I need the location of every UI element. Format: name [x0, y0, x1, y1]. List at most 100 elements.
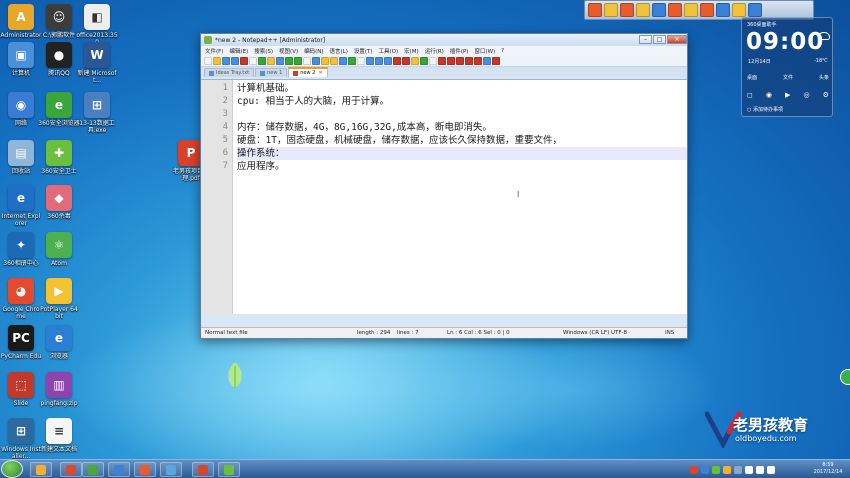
toolbar-button-icon[interactable]	[456, 57, 464, 65]
menu-item[interactable]: 工具(O)	[379, 47, 399, 55]
menu-item[interactable]: 插件(P)	[450, 47, 469, 55]
toolbar-button-icon[interactable]	[357, 57, 365, 65]
tab-close-icon[interactable]: ✕	[318, 69, 322, 77]
widget-shortcut-files[interactable]: 文件	[783, 74, 793, 81]
toolbar-button-icon[interactable]	[258, 57, 266, 65]
tray-icon[interactable]	[756, 465, 764, 474]
taskbar-app-button[interactable]	[134, 462, 156, 477]
desktop-icon[interactable]: ⊞ Windows Installer...	[0, 418, 42, 460]
menu-item[interactable]: 运行(R)	[425, 47, 444, 55]
toolbar-button-icon[interactable]	[474, 57, 482, 65]
maximize-button[interactable]: □	[653, 35, 666, 44]
text-editor[interactable]: 1 2 3 4 5 6 7 计算机基础。 cpu: 相当于人的大脑，用于计算。 内存：储存数据，…	[201, 79, 687, 314]
toolbar-button-icon[interactable]	[330, 57, 338, 65]
widget-shortcut-desktop[interactable]: 桌面	[747, 74, 757, 81]
desktop-icon[interactable]: ≡ 新建文本文档	[38, 418, 80, 453]
desktop-icon[interactable]: ☺ C:\郭鹏软件	[38, 4, 80, 39]
desktop-icon[interactable]: ▤ 回收站	[0, 140, 42, 175]
toolbar-button-icon[interactable]	[339, 57, 347, 65]
menu-item[interactable]: 搜索(S)	[254, 47, 273, 55]
desktop-icon[interactable]: ▶ PotPlayer 64 bit	[38, 278, 80, 320]
desktop-icon[interactable]: PC PyCharm Edu	[0, 325, 42, 360]
minimize-button[interactable]: –	[639, 35, 652, 44]
taskbar-app-button[interactable]	[30, 462, 52, 477]
toolbar-button-icon[interactable]	[411, 57, 419, 65]
desktop-icon[interactable]: ⬚ Slide	[0, 372, 42, 407]
toolbar-button-icon[interactable]	[384, 57, 392, 65]
desktop-icon[interactable]: W 新建 Microsoft...	[76, 42, 118, 84]
menu-item[interactable]: ?	[501, 48, 504, 54]
desktop-icon[interactable]: ▥ pingfang.zip	[38, 372, 80, 407]
side-float-button[interactable]	[840, 369, 850, 385]
toolbar-button-icon[interactable]	[285, 57, 293, 65]
toolbar-button-icon[interactable]	[267, 57, 275, 65]
desktop-icon[interactable]: ✦ 360相册中心	[0, 232, 42, 267]
taskbar-app-button[interactable]	[82, 462, 104, 477]
tray-icon[interactable]	[767, 465, 775, 474]
quick-launch-button[interactable]	[668, 3, 682, 17]
menu-item[interactable]: 设置(T)	[354, 47, 373, 55]
quick-launch-button[interactable]	[636, 3, 650, 17]
toolbar-button-icon[interactable]	[393, 57, 401, 65]
widget-icon-window[interactable]: ◻	[747, 91, 753, 99]
toolbar-button-icon[interactable]	[213, 57, 221, 65]
widget-shortcut-news[interactable]: 头条	[819, 74, 829, 81]
toolbar-button-icon[interactable]	[276, 57, 284, 65]
document-tab[interactable]: new 2 ✕	[288, 67, 328, 77]
widget-icon-eye[interactable]: ◉	[766, 91, 772, 99]
toolbar-button-icon[interactable]	[312, 57, 320, 65]
taskbar-app-button[interactable]	[192, 462, 214, 477]
toolbar-button-icon[interactable]	[465, 57, 473, 65]
desktop-icon[interactable]: ◆ 360杀毒	[38, 185, 80, 220]
menu-item[interactable]: 视图(V)	[279, 47, 298, 55]
toolbar-button-icon[interactable]	[438, 57, 446, 65]
desktop-icon[interactable]: ⊞ 13-13数据工具.exe	[76, 92, 118, 134]
toolbar-button-icon[interactable]	[492, 57, 500, 65]
editor-line[interactable]: 应用程序。	[237, 160, 687, 173]
menu-item[interactable]: 编码(N)	[304, 47, 323, 55]
quick-launch-button[interactable]	[620, 3, 634, 17]
editor-line[interactable]: 操作系统：	[237, 147, 687, 160]
desktop-icon[interactable]: ⚛ Atom	[38, 232, 80, 267]
toolbar-button-icon[interactable]	[240, 57, 248, 65]
quick-launch-button[interactable]	[748, 3, 762, 17]
tray-icon[interactable]	[701, 465, 709, 474]
desktop-assistant-widget[interactable]: 360桌面助手 09:00 12月14日 -18℃ 桌面 文件 头条 ◻ ◉ ▶…	[741, 17, 833, 117]
quick-launch-button[interactable]	[684, 3, 698, 17]
taskbar-app-button[interactable]	[160, 462, 182, 477]
menu-item[interactable]: 编辑(E)	[229, 47, 248, 55]
quick-launch-button[interactable]	[700, 3, 714, 17]
toolbar-button-icon[interactable]	[321, 57, 329, 65]
window-titlebar[interactable]: *new 2 - Notepad++ [Administrator] – □ ✕	[201, 34, 687, 46]
document-tab[interactable]: Ideas Tray.txt	[204, 68, 255, 77]
toolbar-button-icon[interactable]	[447, 57, 455, 65]
taskbar-clock[interactable]: 8:59 2017/12/14	[808, 462, 848, 476]
editor-line[interactable]: 硬盘：1T，固态硬盘，机械硬盘，储存数据，应该长久保持数据，重要文件，	[237, 134, 687, 147]
tray-icon[interactable]	[723, 465, 731, 474]
toolbar-button-icon[interactable]	[294, 57, 302, 65]
desktop-icon[interactable]: ✚ 360安全卫士	[38, 140, 80, 175]
quick-launch-button[interactable]	[652, 3, 666, 17]
desktop-icon[interactable]: ◉ 网络	[0, 92, 42, 127]
editor-line[interactable]: 计算机基础。	[237, 82, 687, 95]
menu-item[interactable]: 窗口(W)	[474, 47, 495, 55]
taskbar-app-button[interactable]	[108, 462, 130, 477]
editor-line[interactable]	[237, 108, 687, 121]
desktop-icon[interactable]: ◧office2013.350	[76, 4, 118, 46]
widget-icon-play[interactable]: ▶	[785, 91, 790, 99]
menu-item[interactable]: 语言(L)	[330, 47, 348, 55]
start-button[interactable]	[1, 460, 23, 478]
toolbar-button-icon[interactable]	[348, 57, 356, 65]
tray-icon[interactable]	[712, 465, 720, 474]
quick-launch-button[interactable]	[588, 3, 602, 17]
tray-icon[interactable]	[690, 465, 698, 474]
tray-icon[interactable]	[734, 465, 742, 474]
menu-item[interactable]: 宏(M)	[404, 47, 419, 55]
desktop-icon[interactable]: A Administrator	[0, 4, 42, 39]
quick-launch-button[interactable]	[732, 3, 746, 17]
quick-launch-button[interactable]	[604, 3, 618, 17]
widget-add-todo[interactable]: ○ 添加待办事项	[747, 106, 783, 113]
toolbar-button-icon[interactable]	[222, 57, 230, 65]
desktop-icon[interactable]: ▣ 计算机	[0, 42, 42, 77]
toolbar-button-icon[interactable]	[483, 57, 491, 65]
